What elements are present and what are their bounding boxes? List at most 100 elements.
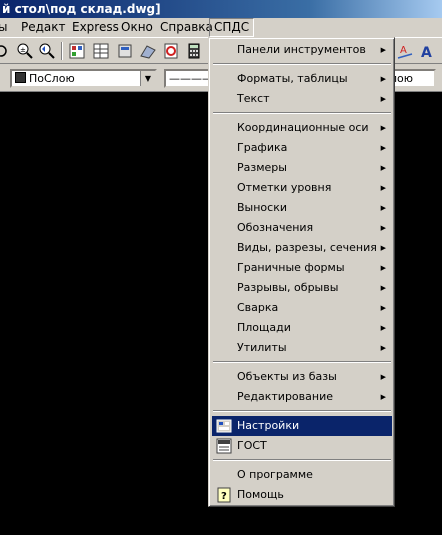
zoom-realtime-icon[interactable]: ± <box>16 42 34 60</box>
menu-spds[interactable]: СПДС <box>209 18 255 37</box>
markup-icon[interactable] <box>162 42 180 60</box>
menu-item-level-marks[interactable]: Отметки уровня ▶ <box>212 178 392 198</box>
submenu-arrow-icon: ▶ <box>380 124 386 132</box>
menu-view[interactable]: ы <box>0 18 11 37</box>
menu-item-label: Редактирование <box>237 390 333 403</box>
spds-dropdown-menu: Панели инструментов ▶ Форматы, таблицы ▶… <box>208 37 395 507</box>
menu-item-about[interactable]: О программе <box>212 465 392 485</box>
svg-text:A: A <box>421 45 432 60</box>
submenu-arrow-icon: ▶ <box>380 324 386 332</box>
menu-item-label: Обозначения <box>237 221 314 234</box>
chevron-down-icon[interactable]: ▼ <box>140 71 155 86</box>
menu-item-label: Разрывы, обрывы <box>237 281 339 294</box>
menu-bar: ы Редакт Express Окно Справка СПДС <box>0 18 442 38</box>
calculator-icon[interactable] <box>185 42 203 60</box>
linetype-combo[interactable]: ———— <box>164 69 214 88</box>
lineweight-combo[interactable]: лою <box>388 69 436 88</box>
svg-text:?: ? <box>221 491 227 502</box>
menu-separator <box>213 361 391 363</box>
menu-item-label: Выноски <box>237 201 287 214</box>
color-swatch <box>15 72 26 83</box>
menu-item-breaks[interactable]: Разрывы, обрывы ▶ <box>212 278 392 298</box>
menu-item-database-objects[interactable]: Объекты из базы ▶ <box>212 367 392 387</box>
menu-item-toolbars[interactable]: Панели инструментов ▶ <box>212 40 392 60</box>
menu-item-label: Настройки <box>237 419 300 432</box>
menu-item-grid-axes[interactable]: Координационные оси ▶ <box>212 118 392 138</box>
menu-edit[interactable]: Редакт <box>17 18 70 37</box>
submenu-arrow-icon: ▶ <box>380 144 386 152</box>
submenu-arrow-icon: ▶ <box>380 164 386 172</box>
text-style-icon[interactable]: A <box>396 42 414 60</box>
toolbar-separator <box>61 42 63 60</box>
layer-color-combo[interactable]: ПоСлою ▼ <box>10 69 157 88</box>
menu-item-utilities[interactable]: Утилиты ▶ <box>212 338 392 358</box>
menu-item-label: Координационные оси <box>237 121 369 134</box>
menu-item-text[interactable]: Текст ▶ <box>212 89 392 109</box>
menu-item-label: Виды, разрезы, сечения <box>237 241 377 254</box>
submenu-arrow-icon: ▶ <box>380 46 386 54</box>
tool-palettes-icon[interactable] <box>116 42 134 60</box>
menu-item-settings[interactable]: Настройки <box>212 416 392 436</box>
menu-item-gost[interactable]: ГОСТ <box>212 436 392 456</box>
dim-style-icon[interactable]: A <box>418 42 436 61</box>
menu-item-label: Текст <box>237 92 270 105</box>
menu-item-label: О программе <box>237 468 313 481</box>
menu-item-label: Отметки уровня <box>237 181 332 194</box>
help-icon: ? <box>216 487 232 503</box>
zoom-previous-icon[interactable] <box>38 42 56 60</box>
menu-item-areas[interactable]: Площади ▶ <box>212 318 392 338</box>
submenu-arrow-icon: ▶ <box>380 373 386 381</box>
menu-separator <box>213 112 391 114</box>
menu-item-graphics[interactable]: Графика ▶ <box>212 138 392 158</box>
menu-item-label: Графика <box>237 141 288 154</box>
menu-item-label: Утилиты <box>237 341 287 354</box>
submenu-arrow-icon: ▶ <box>380 75 386 83</box>
menu-item-views-sections[interactable]: Виды, разрезы, сечения ▶ <box>212 238 392 258</box>
menu-item-label: Сварка <box>237 301 279 314</box>
menu-help[interactable]: Справка <box>156 18 217 37</box>
menu-separator <box>213 410 391 412</box>
menu-item-leaders[interactable]: Выноски ▶ <box>212 198 392 218</box>
svg-text:±: ± <box>20 46 26 54</box>
layer-color-value: ПоСлою <box>29 72 75 85</box>
submenu-arrow-icon: ▶ <box>380 304 386 312</box>
menu-window[interactable]: Окно <box>117 18 157 37</box>
pan-icon[interactable] <box>0 42 10 60</box>
submenu-arrow-icon: ▶ <box>380 95 386 103</box>
menu-item-designations[interactable]: Обозначения ▶ <box>212 218 392 238</box>
submenu-arrow-icon: ▶ <box>380 344 386 352</box>
title-bar: й стол\под склад.dwg] <box>0 0 442 18</box>
submenu-arrow-icon: ▶ <box>380 204 386 212</box>
svg-text:A: A <box>400 45 407 56</box>
menu-separator <box>213 459 391 461</box>
submenu-arrow-icon: ▶ <box>380 244 386 252</box>
settings-icon <box>216 418 232 434</box>
design-center-icon[interactable] <box>92 42 110 60</box>
sheet-set-icon[interactable] <box>139 42 157 60</box>
menu-item-editing[interactable]: Редактирование ▶ <box>212 387 392 407</box>
submenu-arrow-icon: ▶ <box>380 393 386 401</box>
menu-separator <box>213 63 391 65</box>
menu-item-label: Помощь <box>237 488 284 501</box>
submenu-arrow-icon: ▶ <box>380 264 386 272</box>
gost-icon <box>216 438 232 454</box>
submenu-arrow-icon: ▶ <box>380 184 386 192</box>
menu-item-label: Форматы, таблицы <box>237 72 348 85</box>
menu-item-label: Граничные формы <box>237 261 345 274</box>
menu-item-boundary-forms[interactable]: Граничные формы ▶ <box>212 258 392 278</box>
menu-item-label: ГОСТ <box>237 439 267 452</box>
properties-icon[interactable] <box>68 42 86 60</box>
window-title: й стол\под склад.dwg] <box>2 2 161 16</box>
linetype-value: ———— <box>169 72 213 85</box>
submenu-arrow-icon: ▶ <box>380 224 386 232</box>
menu-item-formats-tables[interactable]: Форматы, таблицы ▶ <box>212 69 392 89</box>
menu-item-dimensions[interactable]: Размеры ▶ <box>212 158 392 178</box>
menu-item-label: Площади <box>237 321 291 334</box>
menu-item-welding[interactable]: Сварка ▶ <box>212 298 392 318</box>
menu-item-help[interactable]: ? Помощь <box>212 485 392 505</box>
menu-item-label: Размеры <box>237 161 287 174</box>
menu-item-label: Объекты из базы <box>237 370 337 383</box>
menu-item-label: Панели инструментов <box>237 43 366 56</box>
menu-express[interactable]: Express <box>68 18 123 37</box>
submenu-arrow-icon: ▶ <box>380 284 386 292</box>
